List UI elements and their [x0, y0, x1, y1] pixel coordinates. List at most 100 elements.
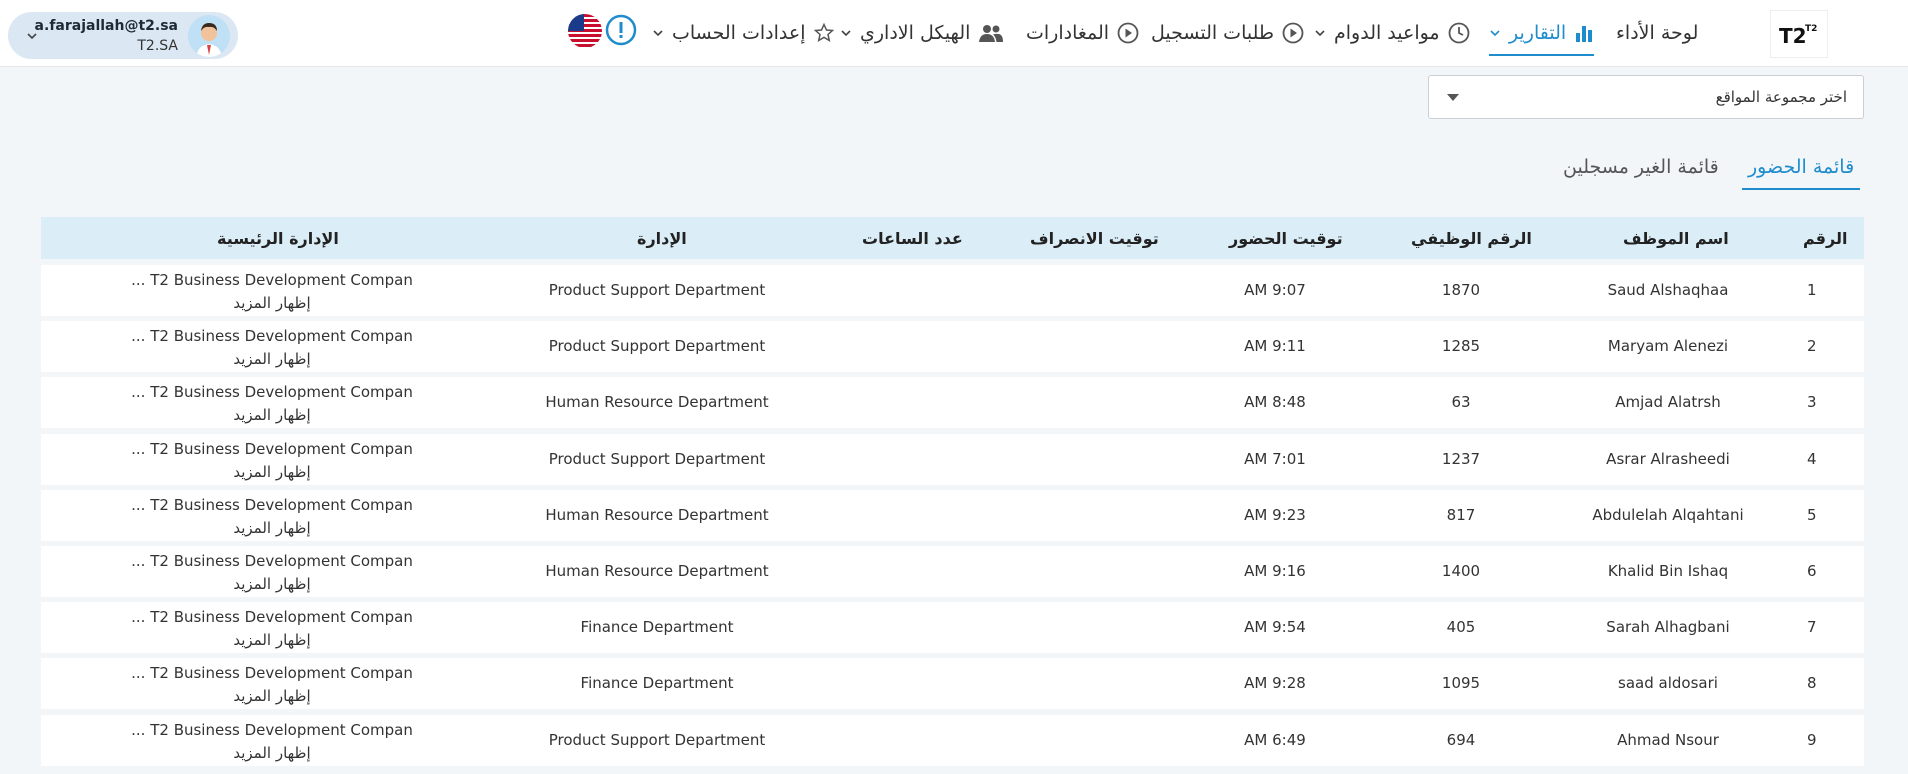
cell-check-in: AM 9:28: [1244, 674, 1306, 692]
cell-check-in: AM 8:48: [1244, 393, 1306, 411]
cell-main-department: ... T2 Business Development Compan إظهار …: [131, 719, 413, 765]
show-more-link[interactable]: إظهار المزيد: [131, 348, 413, 371]
site-group-placeholder: اختر مجموعة المواقع: [1715, 88, 1847, 106]
table-row[interactable]: 9 Ahmad Nsour 694 AM 6:49 Product Support De…: [41, 715, 1864, 766]
cell-main-department: ... T2 Business Development Compan إظهار …: [131, 381, 413, 427]
app-logo[interactable]: T2 T2: [1770, 10, 1828, 58]
user-menu[interactable]: a.farajallah@t2.sa T2.SA: [8, 12, 238, 59]
cell-employee-id: 1285: [1441, 337, 1481, 355]
cell-employee-name: saad aldosari: [1618, 674, 1718, 692]
table-row[interactable]: 6 Khalid Bin Ishaq 1400 AM 9:16 Human Resour…: [41, 546, 1864, 597]
main-department-text: ... T2 Business Development Compan: [131, 271, 413, 289]
table-row[interactable]: 1 Saud Alshaqhaa 1870 AM 9:07 Product Suppor…: [41, 265, 1864, 316]
cell-main-department: ... T2 Business Development Compan إظهار …: [131, 269, 413, 315]
cell-employee-id: 694: [1446, 731, 1476, 749]
cell-employee-name: Asrar Alrasheedi: [1606, 450, 1730, 468]
cell-check-in: AM 7:01: [1244, 450, 1306, 468]
table-row[interactable]: 5 Abdulelah Alqahtani 817 AM 9:23 Human Reso…: [41, 490, 1864, 541]
table-row[interactable]: 8 saad aldosari 1095 AM 9:28 Finance Departm…: [41, 658, 1864, 709]
cell-number: 7: [1807, 618, 1817, 636]
nav-dashboard[interactable]: لوحة الأداء: [1616, 18, 1698, 48]
show-more-link[interactable]: إظهار المزيد: [131, 685, 413, 708]
chevron-down-icon: [841, 30, 851, 37]
cell-number: 6: [1807, 562, 1817, 580]
nav-reports-label: التقارير: [1509, 22, 1567, 44]
table-row[interactable]: 7 Sarah Alhagbani 405 AM 9:54 Finance Depart…: [41, 602, 1864, 653]
cell-check-in: AM 9:07: [1244, 281, 1306, 299]
star-icon: [813, 23, 834, 43]
cell-number: 2: [1807, 337, 1817, 355]
column-header-department: الإدارة: [637, 229, 687, 248]
nav-departures-label: المغادارات: [1026, 22, 1110, 44]
cell-main-department: ... T2 Business Development Compan إظهار …: [131, 494, 413, 540]
column-header-employee-name: اسم الموظف: [1623, 229, 1729, 248]
cell-employee-name: Amjad Alatrsh: [1615, 393, 1721, 411]
show-more-link[interactable]: إظهار المزيد: [131, 404, 413, 427]
play-circle-icon: [1117, 22, 1139, 44]
svg-text:T2: T2: [1779, 24, 1807, 48]
cell-department: Human Resource Department: [545, 562, 769, 580]
cell-department: Human Resource Department: [545, 506, 769, 524]
cell-employee-id: 1095: [1441, 674, 1481, 692]
show-more-link[interactable]: إظهار المزيد: [131, 573, 413, 596]
chevron-down-icon: [1490, 30, 1500, 37]
chevron-down-icon: [1315, 30, 1325, 37]
cell-main-department: ... T2 Business Development Compan إظهار …: [131, 438, 413, 484]
show-more-link[interactable]: إظهار المزيد: [131, 292, 413, 315]
nav-departures[interactable]: المغادارات: [1026, 18, 1139, 48]
nav-registration-requests[interactable]: طلبات التسجيل: [1151, 18, 1304, 48]
site-group-select[interactable]: اختر مجموعة المواقع: [1428, 75, 1864, 119]
table-row[interactable]: 4 Asrar Alrasheedi 1237 AM 7:01 Product Supp…: [41, 434, 1864, 485]
cell-employee-name: Abdulelah Alqahtani: [1592, 506, 1744, 524]
cell-check-in: AM 9:54: [1244, 618, 1306, 636]
us-flag-icon[interactable]: [568, 14, 602, 48]
cell-department: Product Support Department: [548, 731, 766, 749]
tab-attendance-list[interactable]: قائمة الحضور: [1742, 156, 1861, 190]
show-more-link[interactable]: إظهار المزيد: [131, 461, 413, 484]
people-icon: [979, 25, 1004, 42]
tab-unregistered-list[interactable]: قائمة الغير مسجلين: [1563, 156, 1719, 190]
cell-number: 8: [1807, 674, 1817, 692]
nav-reports[interactable]: التقارير: [1489, 18, 1595, 56]
play-circle-icon: [1282, 22, 1304, 44]
nav-dashboard-label: لوحة الأداء: [1616, 22, 1699, 44]
main-department-text: ... T2 Business Development Compan: [131, 327, 413, 345]
main-department-text: ... T2 Business Development Compan: [131, 608, 413, 626]
show-more-link[interactable]: إظهار المزيد: [131, 742, 413, 765]
cell-department: Product Support Department: [548, 450, 766, 468]
nav-settings-label: إعدادات الحساب: [672, 22, 806, 44]
cell-main-department: ... T2 Business Development Compan إظهار …: [131, 662, 413, 708]
cell-employee-name: Maryam Alenezi: [1607, 337, 1729, 355]
dropdown-caret-icon: [1447, 94, 1459, 101]
main-department-text: ... T2 Business Development Compan: [131, 440, 413, 458]
cell-number: 1: [1807, 281, 1817, 299]
clock-icon: [1448, 22, 1470, 44]
cell-employee-name: Khalid Bin Ishaq: [1607, 562, 1729, 580]
column-header-number: الرقم: [1803, 229, 1848, 248]
cell-check-in: AM 9:16: [1244, 562, 1306, 580]
show-more-link[interactable]: إظهار المزيد: [131, 629, 413, 652]
cell-number: 9: [1807, 731, 1817, 749]
column-header-main-department: الإدارة الرئيسية: [217, 229, 339, 248]
nav-work-schedules[interactable]: مواعيد الدوام: [1314, 18, 1470, 48]
table-row[interactable]: 2 Maryam Alenezi 1285 AM 9:11 Product Suppor…: [41, 321, 1864, 372]
show-more-link[interactable]: إظهار المزيد: [131, 517, 413, 540]
column-header-hours: عدد الساعات: [862, 229, 963, 248]
table-row[interactable]: 3 Amjad Alatrsh 63 AM 8:48 Human Resource De…: [41, 377, 1864, 428]
cell-employee-id: 405: [1446, 618, 1476, 636]
cell-department: Product Support Department: [548, 337, 766, 355]
column-header-check-in: توقيت الحضور: [1229, 229, 1343, 248]
cell-employee-id: 63: [1451, 393, 1471, 411]
cell-number: 5: [1807, 506, 1817, 524]
cell-check-in: AM 6:49: [1244, 731, 1306, 749]
cell-main-department: ... T2 Business Development Compan إظهار …: [131, 325, 413, 371]
chevron-down-icon: [653, 30, 663, 37]
user-email: a.farajallah@t2.sa: [34, 18, 178, 34]
nav-org-structure[interactable]: الهيكل الاداري: [840, 18, 1004, 48]
top-navbar: a.farajallah@t2.sa T2.SA إعدادات الحساب …: [0, 0, 1908, 67]
alert-icon[interactable]: [605, 14, 637, 46]
cell-department: Finance Department: [580, 674, 734, 692]
cell-employee-id: 1400: [1441, 562, 1481, 580]
nav-settings[interactable]: إعدادات الحساب: [652, 18, 834, 48]
cell-employee-name: Ahmad Nsour: [1617, 731, 1719, 749]
